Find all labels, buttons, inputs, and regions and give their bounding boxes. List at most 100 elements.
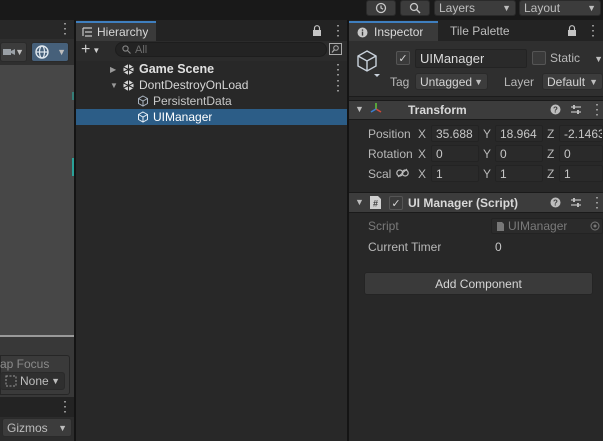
position-y-field[interactable]: 18.964 <box>495 125 543 142</box>
scale-y-label[interactable]: Y <box>483 167 491 181</box>
tab-hierarchy-label: Hierarchy <box>97 25 149 39</box>
scale-y-value: 1 <box>500 166 507 181</box>
transform-header[interactable] <box>349 100 603 120</box>
object-name-field[interactable]: UIManager <box>415 49 527 68</box>
link-icon[interactable] <box>396 168 409 178</box>
script-file-icon <box>496 221 505 232</box>
position-x-field[interactable]: 35.688 <box>431 125 479 142</box>
rotation-z-label[interactable]: Z <box>547 147 554 161</box>
hierarchy-item-persistentdata[interactable]: PersistentData <box>76 93 347 109</box>
rotation-x-label[interactable]: X <box>418 147 426 161</box>
scale-x-label[interactable]: X <box>418 167 426 181</box>
layout-dropdown[interactable]: Layout ▼ <box>519 0 601 16</box>
layer-value: Default <box>547 74 586 89</box>
scale-y-field[interactable]: 1 <box>495 165 543 182</box>
none-dropdown[interactable]: None ▼ <box>0 372 65 390</box>
layout-label: Layout <box>524 1 561 15</box>
chevron-down-icon[interactable]: ▼ <box>355 104 364 114</box>
chevron-down-icon: ▼ <box>502 3 511 13</box>
hierarchy-item-uimanager[interactable]: UIManager <box>76 109 347 125</box>
active-checkbox[interactable]: ✓ <box>396 51 410 65</box>
tab-hierarchy[interactable]: Hierarchy <box>76 21 156 41</box>
script-enabled-checkbox[interactable]: ✓ <box>389 196 403 210</box>
layer-dropdown[interactable]: Default ▼ <box>542 73 603 90</box>
position-y-label[interactable]: Y <box>483 127 491 141</box>
snap-focus-label: ap Focus <box>0 357 50 371</box>
rotation-x-value: 0 <box>436 146 443 161</box>
chevron-down-icon: ▼ <box>594 53 603 64</box>
chevron-right-icon: ▶ <box>110 64 117 74</box>
chevron-down-icon: ▼ <box>58 422 67 433</box>
preset-icon[interactable] <box>570 197 582 208</box>
search-icon <box>122 45 131 54</box>
tab-inspector[interactable]: Inspector <box>349 21 438 41</box>
camera-dropdown[interactable]: ▼ <box>0 42 27 62</box>
gizmo-orientation-dropdown[interactable]: ▼ <box>31 42 69 62</box>
current-timer-label: Current Timer <box>368 240 442 254</box>
tag-value: Untagged <box>420 74 473 89</box>
search-icon <box>409 2 421 14</box>
hierarchy-item-game-scene[interactable]: ▶ Game Scene ⋮ <box>76 61 347 77</box>
rotation-z-field[interactable]: 0 <box>559 145 603 162</box>
scale-label: Scal <box>368 167 392 181</box>
rotation-y-label[interactable]: Y <box>483 147 491 161</box>
search-button[interactable] <box>400 0 430 16</box>
gameobject-large-icon[interactable] <box>355 48 381 78</box>
chevron-down-icon: ▼ <box>589 76 598 87</box>
scale-z-field[interactable]: 1 <box>559 165 603 182</box>
rotation-x-field[interactable]: 0 <box>431 145 479 162</box>
history-button[interactable] <box>366 0 396 16</box>
add-component-button[interactable]: Add Component <box>364 272 593 295</box>
chevron-down-icon: ▼ <box>474 76 483 87</box>
hierarchy-item-dontdestroy[interactable]: ▼ DontDestroyOnLoad ⋮ <box>76 77 347 93</box>
unity-scene-icon <box>122 63 135 76</box>
rotation-label: Rotation <box>368 147 413 161</box>
scale-x-field[interactable]: 1 <box>431 165 479 182</box>
position-label: Position <box>368 127 411 141</box>
script-menu-icon[interactable]: ⋮ <box>590 195 603 209</box>
lock-icon[interactable] <box>567 25 577 36</box>
game-menu-icon[interactable]: ⋮ <box>58 399 72 413</box>
scene-search-icon[interactable] <box>329 43 342 55</box>
hierarchy-menu-icon[interactable]: ⋮ <box>331 23 345 37</box>
object-name-value: UIManager <box>420 51 485 66</box>
tag-dropdown[interactable]: Untagged ▼ <box>415 73 488 90</box>
lock-icon[interactable] <box>312 25 322 36</box>
help-icon[interactable]: ? <box>550 197 561 208</box>
chevron-down-icon[interactable]: ▼ <box>355 197 364 207</box>
gizmos-dropdown[interactable]: Gizmos ▼ <box>2 418 72 437</box>
item-menu-icon[interactable]: ⋮ <box>331 62 345 76</box>
inspector-menu-icon[interactable]: ⋮ <box>586 23 600 37</box>
transform-title: Transform <box>408 103 467 117</box>
globe-icon <box>34 44 50 60</box>
tag-label: Tag <box>390 75 410 89</box>
scene-viewport[interactable] <box>0 65 74 335</box>
hierarchy-item-label: DontDestroyOnLoad <box>139 78 249 92</box>
preset-icon[interactable] <box>570 104 582 115</box>
position-z-value: -2.1463 <box>564 126 602 141</box>
scene-menu-icon[interactable]: ⋮ <box>58 21 72 35</box>
transform-icon <box>369 102 383 116</box>
hierarchy-search-field[interactable]: All <box>115 42 327 57</box>
position-x-label[interactable]: X <box>418 127 426 141</box>
position-z-field[interactable]: -2.1463 <box>559 125 603 142</box>
script-icon: # <box>369 195 382 210</box>
position-z-label[interactable]: Z <box>547 127 554 141</box>
tab-tile-palette[interactable]: Tile Palette <box>450 24 510 40</box>
layers-label: Layers <box>439 1 476 15</box>
layers-dropdown[interactable]: Layers ▼ <box>434 0 516 16</box>
script-component-title: UI Manager (Script) <box>408 196 519 210</box>
current-timer-field[interactable]: 0 <box>491 238 603 255</box>
rotation-y-field[interactable]: 0 <box>495 145 543 162</box>
static-checkbox[interactable] <box>532 51 546 65</box>
add-object-button[interactable]: + ▼ <box>81 42 107 58</box>
help-icon[interactable]: ? <box>550 104 561 115</box>
item-menu-icon[interactable]: ⋮ <box>331 78 345 92</box>
script-field[interactable]: UIManager <box>491 218 603 234</box>
transform-menu-icon[interactable]: ⋮ <box>590 102 603 116</box>
static-dropdown[interactable]: ▼ <box>588 50 603 67</box>
chevron-down-icon: ▼ <box>51 376 60 386</box>
scale-z-label[interactable]: Z <box>547 167 554 181</box>
svg-text:?: ? <box>553 198 558 207</box>
checkmark-icon: ✓ <box>398 52 408 65</box>
